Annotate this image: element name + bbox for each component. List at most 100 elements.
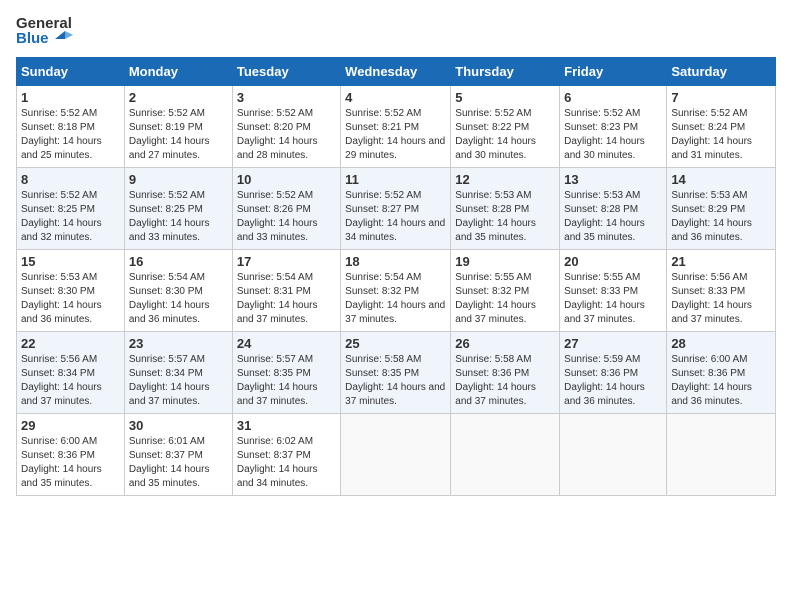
calendar-week-4: 22 Sunrise: 5:56 AMSunset: 8:34 PMDaylig… xyxy=(17,332,776,414)
day-detail: Sunrise: 5:52 AMSunset: 8:19 PMDaylight:… xyxy=(129,108,210,161)
day-detail: Sunrise: 5:57 AMSunset: 8:35 PMDaylight:… xyxy=(237,354,318,407)
day-detail: Sunrise: 5:56 AMSunset: 8:33 PMDaylight:… xyxy=(671,272,752,325)
day-number: 4 xyxy=(345,90,446,105)
day-number: 22 xyxy=(21,336,120,351)
day-detail: Sunrise: 5:52 AMSunset: 8:18 PMDaylight:… xyxy=(21,108,102,161)
day-header-monday: Monday xyxy=(124,58,232,86)
calendar-cell: 17 Sunrise: 5:54 AMSunset: 8:31 PMDaylig… xyxy=(232,250,340,332)
calendar-cell: 16 Sunrise: 5:54 AMSunset: 8:30 PMDaylig… xyxy=(124,250,232,332)
calendar-cell: 2 Sunrise: 5:52 AMSunset: 8:19 PMDayligh… xyxy=(124,86,232,168)
day-detail: Sunrise: 5:55 AMSunset: 8:32 PMDaylight:… xyxy=(455,272,536,325)
calendar-cell: 21 Sunrise: 5:56 AMSunset: 8:33 PMDaylig… xyxy=(667,250,776,332)
day-number: 14 xyxy=(671,172,771,187)
day-detail: Sunrise: 6:01 AMSunset: 8:37 PMDaylight:… xyxy=(129,436,210,489)
calendar-table: SundayMondayTuesdayWednesdayThursdayFrid… xyxy=(16,57,776,496)
calendar-cell xyxy=(341,414,451,496)
day-detail: Sunrise: 5:52 AMSunset: 8:25 PMDaylight:… xyxy=(21,190,102,243)
day-detail: Sunrise: 5:59 AMSunset: 8:36 PMDaylight:… xyxy=(564,354,645,407)
day-number: 10 xyxy=(237,172,336,187)
day-number: 19 xyxy=(455,254,555,269)
calendar-cell: 6 Sunrise: 5:52 AMSunset: 8:23 PMDayligh… xyxy=(560,86,667,168)
calendar-cell xyxy=(451,414,560,496)
calendar-cell: 22 Sunrise: 5:56 AMSunset: 8:34 PMDaylig… xyxy=(17,332,125,414)
calendar-cell: 9 Sunrise: 5:52 AMSunset: 8:25 PMDayligh… xyxy=(124,168,232,250)
day-header-thursday: Thursday xyxy=(451,58,560,86)
day-detail: Sunrise: 5:58 AMSunset: 8:36 PMDaylight:… xyxy=(455,354,536,407)
day-detail: Sunrise: 5:54 AMSunset: 8:31 PMDaylight:… xyxy=(237,272,318,325)
calendar-cell: 28 Sunrise: 6:00 AMSunset: 8:36 PMDaylig… xyxy=(667,332,776,414)
calendar-cell: 13 Sunrise: 5:53 AMSunset: 8:28 PMDaylig… xyxy=(560,168,667,250)
day-detail: Sunrise: 5:53 AMSunset: 8:28 PMDaylight:… xyxy=(564,190,645,243)
day-number: 31 xyxy=(237,418,336,433)
day-number: 20 xyxy=(564,254,662,269)
calendar-cell: 1 Sunrise: 5:52 AMSunset: 8:18 PMDayligh… xyxy=(17,86,125,168)
day-number: 23 xyxy=(129,336,228,351)
calendar-cell: 10 Sunrise: 5:52 AMSunset: 8:26 PMDaylig… xyxy=(232,168,340,250)
day-detail: Sunrise: 5:57 AMSunset: 8:34 PMDaylight:… xyxy=(129,354,210,407)
calendar-cell: 15 Sunrise: 5:53 AMSunset: 8:30 PMDaylig… xyxy=(17,250,125,332)
day-number: 7 xyxy=(671,90,771,105)
calendar-week-2: 8 Sunrise: 5:52 AMSunset: 8:25 PMDayligh… xyxy=(17,168,776,250)
calendar-week-1: 1 Sunrise: 5:52 AMSunset: 8:18 PMDayligh… xyxy=(17,86,776,168)
day-number: 18 xyxy=(345,254,446,269)
day-header-saturday: Saturday xyxy=(667,58,776,86)
day-detail: Sunrise: 5:53 AMSunset: 8:29 PMDaylight:… xyxy=(671,190,752,243)
day-number: 16 xyxy=(129,254,228,269)
calendar-cell xyxy=(560,414,667,496)
calendar-cell: 29 Sunrise: 6:00 AMSunset: 8:36 PMDaylig… xyxy=(17,414,125,496)
day-number: 30 xyxy=(129,418,228,433)
calendar-cell: 19 Sunrise: 5:55 AMSunset: 8:32 PMDaylig… xyxy=(451,250,560,332)
page-header: General Blue xyxy=(16,16,776,47)
calendar-cell: 7 Sunrise: 5:52 AMSunset: 8:24 PMDayligh… xyxy=(667,86,776,168)
calendar-cell: 23 Sunrise: 5:57 AMSunset: 8:34 PMDaylig… xyxy=(124,332,232,414)
calendar-cell: 30 Sunrise: 6:01 AMSunset: 8:37 PMDaylig… xyxy=(124,414,232,496)
day-number: 9 xyxy=(129,172,228,187)
calendar-cell: 20 Sunrise: 5:55 AMSunset: 8:33 PMDaylig… xyxy=(560,250,667,332)
day-number: 15 xyxy=(21,254,120,269)
day-header-friday: Friday xyxy=(560,58,667,86)
day-detail: Sunrise: 5:52 AMSunset: 8:20 PMDaylight:… xyxy=(237,108,318,161)
day-detail: Sunrise: 5:52 AMSunset: 8:21 PMDaylight:… xyxy=(345,108,445,161)
day-number: 5 xyxy=(455,90,555,105)
calendar-cell: 26 Sunrise: 5:58 AMSunset: 8:36 PMDaylig… xyxy=(451,332,560,414)
day-number: 6 xyxy=(564,90,662,105)
logo-blue: Blue xyxy=(16,31,73,48)
day-detail: Sunrise: 5:58 AMSunset: 8:35 PMDaylight:… xyxy=(345,354,445,407)
day-detail: Sunrise: 5:52 AMSunset: 8:26 PMDaylight:… xyxy=(237,190,318,243)
day-number: 25 xyxy=(345,336,446,351)
day-number: 21 xyxy=(671,254,771,269)
day-detail: Sunrise: 5:52 AMSunset: 8:24 PMDaylight:… xyxy=(671,108,752,161)
calendar-cell: 12 Sunrise: 5:53 AMSunset: 8:28 PMDaylig… xyxy=(451,168,560,250)
day-header-sunday: Sunday xyxy=(17,58,125,86)
day-number: 24 xyxy=(237,336,336,351)
day-number: 29 xyxy=(21,418,120,433)
day-detail: Sunrise: 6:02 AMSunset: 8:37 PMDaylight:… xyxy=(237,436,318,489)
day-detail: Sunrise: 5:52 AMSunset: 8:27 PMDaylight:… xyxy=(345,190,445,243)
day-number: 17 xyxy=(237,254,336,269)
day-number: 2 xyxy=(129,90,228,105)
calendar-cell: 11 Sunrise: 5:52 AMSunset: 8:27 PMDaylig… xyxy=(341,168,451,250)
day-number: 8 xyxy=(21,172,120,187)
calendar-cell: 14 Sunrise: 5:53 AMSunset: 8:29 PMDaylig… xyxy=(667,168,776,250)
calendar-cell xyxy=(667,414,776,496)
day-header-tuesday: Tuesday xyxy=(232,58,340,86)
calendar-cell: 24 Sunrise: 5:57 AMSunset: 8:35 PMDaylig… xyxy=(232,332,340,414)
day-number: 27 xyxy=(564,336,662,351)
day-detail: Sunrise: 5:55 AMSunset: 8:33 PMDaylight:… xyxy=(564,272,645,325)
calendar-week-5: 29 Sunrise: 6:00 AMSunset: 8:36 PMDaylig… xyxy=(17,414,776,496)
calendar-cell: 4 Sunrise: 5:52 AMSunset: 8:21 PMDayligh… xyxy=(341,86,451,168)
day-number: 1 xyxy=(21,90,120,105)
calendar-cell: 25 Sunrise: 5:58 AMSunset: 8:35 PMDaylig… xyxy=(341,332,451,414)
day-detail: Sunrise: 5:54 AMSunset: 8:30 PMDaylight:… xyxy=(129,272,210,325)
calendar-cell: 8 Sunrise: 5:52 AMSunset: 8:25 PMDayligh… xyxy=(17,168,125,250)
calendar-week-3: 15 Sunrise: 5:53 AMSunset: 8:30 PMDaylig… xyxy=(17,250,776,332)
day-detail: Sunrise: 5:53 AMSunset: 8:28 PMDaylight:… xyxy=(455,190,536,243)
day-number: 26 xyxy=(455,336,555,351)
day-number: 28 xyxy=(671,336,771,351)
day-number: 3 xyxy=(237,90,336,105)
day-number: 13 xyxy=(564,172,662,187)
day-detail: Sunrise: 5:56 AMSunset: 8:34 PMDaylight:… xyxy=(21,354,102,407)
logo-bird-icon xyxy=(55,31,73,47)
day-detail: Sunrise: 6:00 AMSunset: 8:36 PMDaylight:… xyxy=(21,436,102,489)
day-detail: Sunrise: 5:53 AMSunset: 8:30 PMDaylight:… xyxy=(21,272,102,325)
